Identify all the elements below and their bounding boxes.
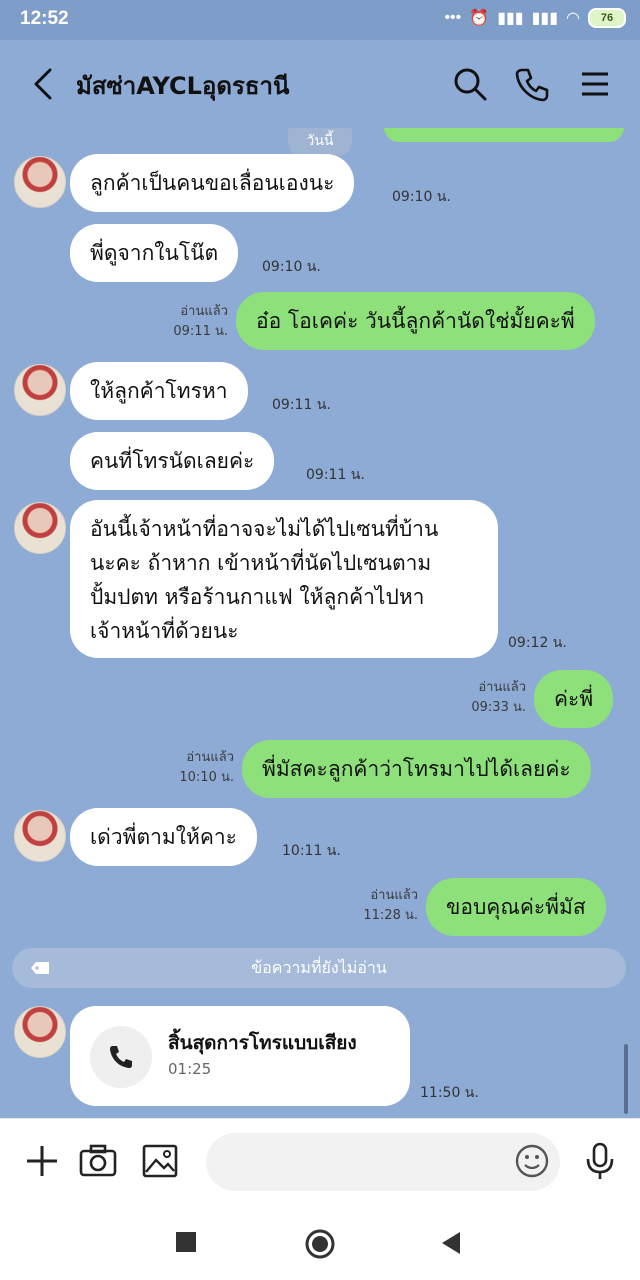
status-time: 12:52 — [20, 8, 69, 29]
message-bubble-outgoing[interactable]: ขอบคุณค่ะพี่มัส — [426, 878, 606, 936]
message-bubble-incoming[interactable]: ลูกค้าเป็นคนขอเลื่อนเองนะ — [70, 154, 355, 212]
message-time: 09:11 น. — [306, 467, 365, 483]
avatar[interactable] — [14, 156, 66, 208]
message-bubble-incoming[interactable]: อันนี้เจ้าหน้าที่อาจจะไม่ได้ไปเซนที่บ้าน… — [70, 500, 498, 658]
plus-icon[interactable] — [22, 1141, 62, 1181]
message-time: 09:12 น. — [508, 635, 567, 651]
wifi-icon: ◠ — [566, 10, 580, 27]
unread-label: ข้อความที่ยังไม่อ่าน — [251, 958, 387, 977]
status-bar: 12:52 ••• ⏰ ▮▮▮ ▮▮▮ ◠ 76 — [0, 0, 640, 40]
read-receipt: อ่านแล้ว 09:11 น. — [173, 304, 228, 339]
back-icon[interactable] — [26, 64, 66, 104]
message-list[interactable]: วันนี้ ลูกค้าเป็นคนขอเลื่อนเองนะ 09:10 น… — [0, 128, 640, 1118]
unread-separator: ข้อความที่ยังไม่อ่าน — [12, 948, 626, 988]
scrollbar[interactable] — [624, 1044, 628, 1114]
message-bubble-outgoing[interactable]: อ๋อ โอเคค่ะ วันนี้ลูกค้านัดใช่มั้ยคะพี่ — [236, 292, 595, 350]
chat-header: มัสซ่าAYCLอุดรธานี — [0, 40, 640, 128]
alarm-icon: ⏰ — [469, 10, 490, 27]
back-nav-icon[interactable] — [440, 1230, 462, 1256]
avatar[interactable] — [14, 502, 66, 554]
message-time: 09:10 น. — [392, 189, 451, 205]
battery-level: 76 — [588, 8, 626, 28]
call-icon-circle — [90, 1026, 152, 1088]
message-bubble-incoming[interactable]: คนที่โทรนัดเลยค่ะ — [70, 432, 275, 490]
message-time: 09:11 น. — [272, 397, 331, 413]
message-time: 10:11 น. — [282, 843, 341, 859]
phone-icon — [110, 1046, 132, 1068]
system-nav-bar — [0, 1204, 640, 1280]
message-time: 11:50 น. — [420, 1085, 479, 1101]
unread-tag-icon — [31, 962, 49, 974]
emoji-icon[interactable] — [512, 1141, 552, 1181]
home-icon[interactable] — [304, 1228, 336, 1260]
camera-icon[interactable] — [78, 1141, 118, 1181]
signal2-icon: ▮▮▮ — [531, 10, 559, 27]
more-dots-icon: ••• — [444, 9, 462, 26]
avatar[interactable] — [14, 364, 66, 416]
message-input[interactable] — [206, 1133, 560, 1191]
date-separator: วันนี้ — [288, 128, 352, 156]
avatar[interactable] — [14, 810, 66, 862]
image-icon[interactable] — [140, 1141, 180, 1181]
read-receipt: อ่านแล้ว 09:33 น. — [471, 680, 526, 715]
recents-icon[interactable] — [176, 1232, 196, 1252]
read-receipt: อ่านแล้ว 10:10 น. — [179, 750, 234, 785]
read-receipt: อ่านแล้ว 11:28 น. — [363, 888, 418, 923]
message-bubble-incoming[interactable]: ให้ลูกค้าโทรหา — [70, 362, 248, 420]
signal-icon: ▮▮▮ — [497, 10, 524, 27]
message-time: 09:10 น. — [262, 259, 321, 275]
call-ended-card[interactable]: สิ้นสุดการโทรแบบเสียง 01:25 — [70, 1006, 410, 1106]
menu-icon[interactable] — [574, 64, 614, 104]
chat-title[interactable]: มัสซ่าAYCLอุดรธานี — [76, 66, 289, 105]
status-icons: ••• ⏰ ▮▮▮ ▮▮▮ ◠ 76 — [444, 8, 626, 28]
message-bubble-incoming[interactable]: พี่ดูจากในโน๊ต — [70, 224, 239, 282]
microphone-icon[interactable] — [580, 1141, 620, 1181]
call-title: สิ้นสุดการโทรแบบเสียง — [168, 1032, 357, 1054]
call-duration: 01:25 — [168, 1060, 212, 1078]
message-input-bar — [0, 1118, 640, 1205]
message-bubble-outgoing[interactable]: ค่ะพี่ — [534, 670, 614, 728]
search-icon[interactable] — [450, 64, 490, 104]
previous-message-bubble — [384, 128, 624, 142]
message-bubble-incoming[interactable]: เด่วพี่ตามให้คาะ — [70, 808, 257, 866]
message-bubble-outgoing[interactable]: พี่มัสคะลูกค้าว่าโทรมาไปได้เลยค่ะ — [242, 740, 591, 798]
avatar[interactable] — [14, 1006, 66, 1058]
phone-icon[interactable] — [512, 64, 552, 104]
